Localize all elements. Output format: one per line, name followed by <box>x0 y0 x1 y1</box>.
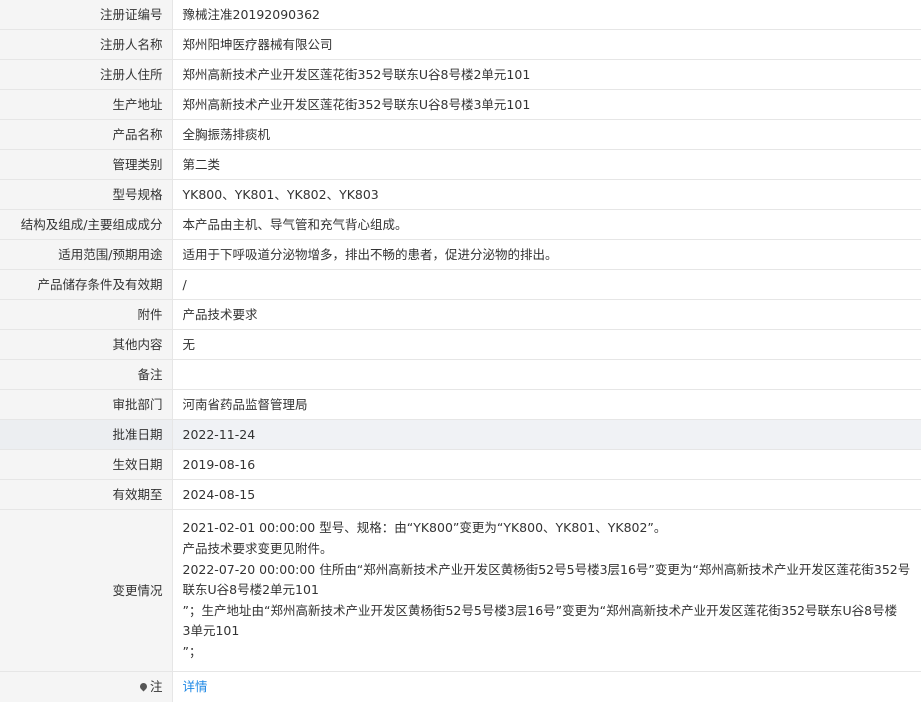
row-structure-composition: 结构及组成/主要组成成分 本产品由主机、导气管和充气背心组成。 <box>0 209 921 240</box>
change-line: 3单元101 <box>182 623 240 639</box>
change-line: 2022-07-20 00:00:00 住所由“郑州高新技术产业开发区黄杨街52… <box>182 561 911 577</box>
map-pin-icon <box>138 681 149 692</box>
registration-detail-table: 注册证编号 豫械注准20192090362 注册人名称 郑州阳坤医疗器械有限公司… <box>0 0 921 702</box>
row-remarks: 备注 <box>0 359 921 390</box>
row-storage-conditions: 产品储存条件及有效期 / <box>0 269 921 300</box>
row-value: 2024-08-15 <box>172 479 921 510</box>
row-label: 批准日期 <box>0 419 173 450</box>
row-value: 本产品由主机、导气管和充气背心组成。 <box>172 209 921 240</box>
change-line: 2021-02-01 00:00:00 型号、规格：由“YK800”变更为“YK… <box>182 520 667 536</box>
row-value <box>172 359 921 390</box>
row-other-content: 其他内容 无 <box>0 329 921 360</box>
row-registrant-name: 注册人名称 郑州阳坤医疗器械有限公司 <box>0 29 921 60</box>
row-valid-until: 有效期至 2024-08-15 <box>0 479 921 510</box>
row-value: 全胸振荡排痰机 <box>172 119 921 150</box>
row-value: 适用于下呼吸道分泌物增多，排出不畅的患者，促进分泌物的排出。 <box>172 239 921 270</box>
row-note: 注 详情 <box>0 671 921 703</box>
row-value: 2019-08-16 <box>172 449 921 480</box>
row-label: 变更情况 <box>0 509 173 672</box>
row-value: 豫械注准20192090362 <box>172 0 921 30</box>
row-label: 结构及组成/主要组成成分 <box>0 209 173 240</box>
change-line: ”；生产地址由“郑州高新技术产业开发区黄杨街52号5号楼3层16号”变更为“郑州… <box>182 602 898 618</box>
row-change-history: 变更情况 2021-02-01 00:00:00 型号、规格：由“YK800”变… <box>0 509 921 672</box>
row-label: 管理类别 <box>0 149 173 180</box>
row-label: 生产地址 <box>0 89 173 120</box>
note-value: 详情 <box>172 672 921 703</box>
row-value: 产品技术要求 <box>172 299 921 330</box>
row-value: 郑州高新技术产业开发区莲花街352号联东U谷8号楼3单元101 <box>172 89 921 120</box>
row-approval-date: 批准日期 2022-11-24 <box>0 419 921 450</box>
row-label: 型号规格 <box>0 179 173 210</box>
row-intended-use: 适用范围/预期用途 适用于下呼吸道分泌物增多，排出不畅的患者，促进分泌物的排出。 <box>0 239 921 270</box>
row-label: 备注 <box>0 359 173 390</box>
row-label: 注册人住所 <box>0 59 173 90</box>
row-production-address: 生产地址 郑州高新技术产业开发区莲花街352号联东U谷8号楼3单元101 <box>0 89 921 120</box>
change-line: 产品技术要求变更见附件。 <box>182 541 333 557</box>
row-registrant-address: 注册人住所 郑州高新技术产业开发区莲花街352号联东U谷8号楼2单元101 <box>0 59 921 90</box>
note-label-cell: 注 <box>0 671 173 702</box>
row-value: YK800、YK801、YK802、YK803 <box>172 179 921 210</box>
row-label: 注册证编号 <box>0 0 173 30</box>
row-label: 生效日期 <box>0 449 173 480</box>
row-label: 审批部门 <box>0 389 173 420</box>
details-link[interactable]: 详情 <box>183 679 208 694</box>
row-label: 附件 <box>0 299 173 330</box>
change-line: 联东U谷8号楼2单元101 <box>182 582 319 598</box>
row-product-name: 产品名称 全胸振荡排痰机 <box>0 119 921 150</box>
row-value: 河南省药品监督管理局 <box>172 389 921 420</box>
row-approval-department: 审批部门 河南省药品监督管理局 <box>0 389 921 420</box>
row-effective-date: 生效日期 2019-08-16 <box>0 449 921 480</box>
row-management-category: 管理类别 第二类 <box>0 149 921 180</box>
row-attachment: 附件 产品技术要求 <box>0 299 921 330</box>
row-label: 适用范围/预期用途 <box>0 239 173 270</box>
row-label: 有效期至 <box>0 479 173 510</box>
row-registration-number: 注册证编号 豫械注准20192090362 <box>0 0 921 30</box>
row-value: 第二类 <box>172 149 921 180</box>
row-value: / <box>172 269 921 300</box>
change-history-value: 2021-02-01 00:00:00 型号、规格：由“YK800”变更为“YK… <box>172 509 921 672</box>
note-label: 注 <box>149 679 163 694</box>
change-line: ”； <box>182 643 202 659</box>
row-model-spec: 型号规格 YK800、YK801、YK802、YK803 <box>0 179 921 210</box>
row-label: 注册人名称 <box>0 29 173 60</box>
row-label: 其他内容 <box>0 329 173 360</box>
row-label: 产品储存条件及有效期 <box>0 269 173 300</box>
row-value: 无 <box>172 329 921 360</box>
row-label: 产品名称 <box>0 119 173 150</box>
row-value: 郑州阳坤医疗器械有限公司 <box>172 29 921 60</box>
row-value: 郑州高新技术产业开发区莲花街352号联东U谷8号楼2单元101 <box>172 59 921 90</box>
row-value: 2022-11-24 <box>172 419 921 450</box>
